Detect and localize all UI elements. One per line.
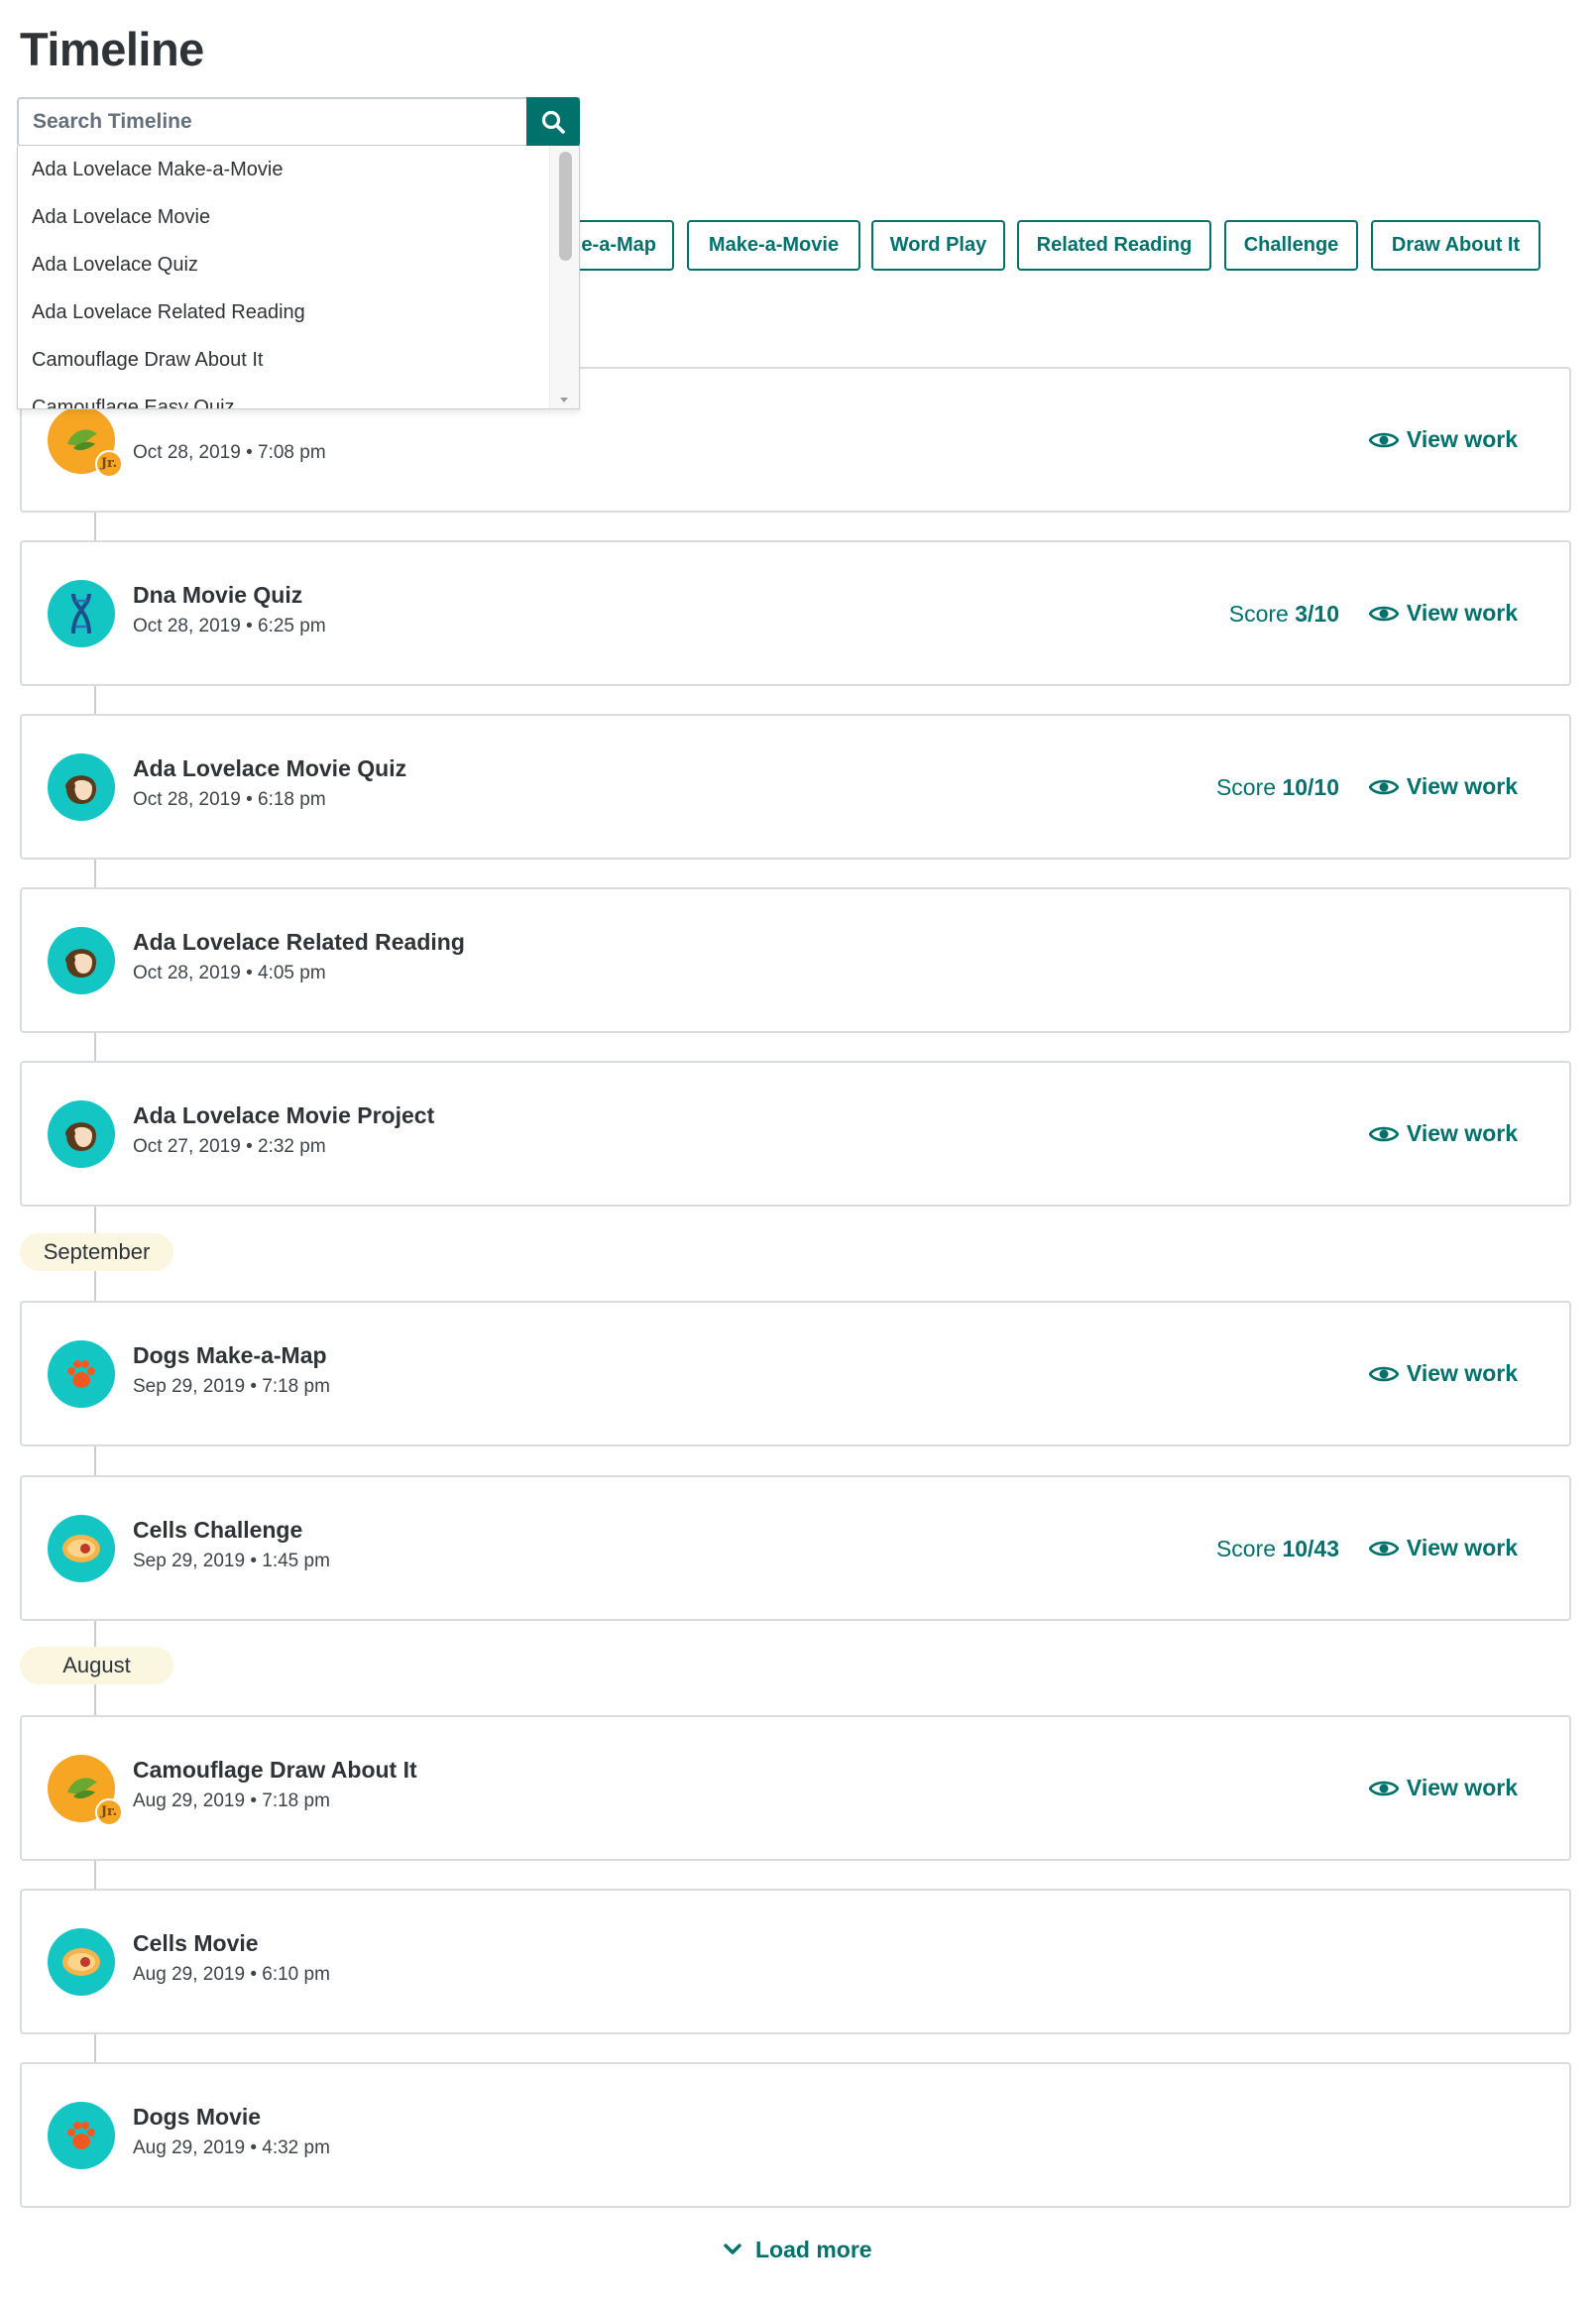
entry-title: Ada Lovelace Movie Quiz <box>133 755 407 781</box>
entry-date: Sep 29, 2019 • 1:45 pm <box>133 1551 330 1571</box>
timeline-card: Dna Movie Quiz Oct 28, 2019 • 6:25 pm Sc… <box>20 540 1571 686</box>
entry-title: Cells Movie <box>133 1930 259 1956</box>
entry-title: Dogs Make-a-Map <box>133 1342 327 1368</box>
filter-related-reading[interactable]: Related Reading <box>1017 220 1211 271</box>
eye-icon <box>1368 1366 1399 1381</box>
view-work-label: View work <box>1406 600 1518 626</box>
view-work-label: View work <box>1406 426 1518 452</box>
paw-icon <box>48 1339 115 1408</box>
load-more-button[interactable]: Load more <box>724 2232 872 2267</box>
timeline-card: Cells Challenge Sep 29, 2019 • 1:45 pm S… <box>20 1475 1571 1621</box>
view-work-link[interactable]: View work <box>1368 1120 1518 1148</box>
suggestion-item[interactable]: Ada Lovelace Make-a-Movie <box>18 146 549 193</box>
scroll-down-arrow-icon[interactable] <box>560 398 568 403</box>
filter-challenge[interactable]: Challenge <box>1224 220 1358 271</box>
entry-date: Aug 29, 2019 • 6:10 pm <box>133 1964 330 1985</box>
view-work-link[interactable]: View work <box>1368 1775 1518 1802</box>
timeline-card: Dogs Movie Aug 29, 2019 • 4:32 pm <box>20 2062 1571 2208</box>
eye-icon <box>1368 606 1399 621</box>
month-label: September <box>20 1233 173 1271</box>
filter-make-a-movie[interactable]: Make-a-Movie <box>687 220 860 271</box>
filter-draw-about-it[interactable]: Draw About It <box>1371 220 1540 271</box>
jr-badge: Jr. <box>95 1797 123 1826</box>
camouflage-jr-icon: Jr. <box>48 1754 123 1826</box>
view-work-label: View work <box>1406 1535 1518 1560</box>
suggestions-scrollbar[interactable] <box>549 146 579 408</box>
view-work-label: View work <box>1406 773 1518 799</box>
entry-date: Oct 28, 2019 • 7:08 pm <box>133 442 326 463</box>
jr-badge: Jr. <box>95 449 123 478</box>
paw-icon <box>48 2101 115 2169</box>
eye-icon <box>1368 432 1399 447</box>
search-box <box>17 97 580 147</box>
entry-date: Aug 29, 2019 • 7:18 pm <box>133 1790 330 1811</box>
month-label: August <box>20 1647 173 1684</box>
cell-icon <box>48 1514 115 1582</box>
suggestion-item[interactable]: Ada Lovelace Quiz <box>18 241 549 288</box>
entry-date: Oct 28, 2019 • 6:18 pm <box>133 789 326 810</box>
search-button[interactable] <box>526 97 580 147</box>
scrollbar-thumb[interactable] <box>559 152 572 261</box>
suggestion-item[interactable]: Camouflage Draw About It <box>18 336 549 384</box>
timeline-card: Jr. Camouflage Draw About It Aug 29, 201… <box>20 1715 1571 1861</box>
timeline-card: Cells Movie Aug 29, 2019 • 6:10 pm <box>20 1889 1571 2034</box>
search-icon <box>541 110 565 134</box>
entry-title: Dogs Movie <box>133 2104 262 2130</box>
entry-title: Dna Movie Quiz <box>133 582 303 608</box>
entry-title: Cells Challenge <box>133 1517 303 1543</box>
search-input[interactable] <box>19 99 530 145</box>
view-work-label: View work <box>1406 1120 1518 1146</box>
ada-lovelace-icon <box>48 752 115 821</box>
dna-icon <box>48 579 115 647</box>
entry-title: Ada Lovelace Related Reading <box>133 929 465 955</box>
score-value: 10/43 <box>1282 1535 1339 1561</box>
score-value: 10/10 <box>1282 773 1339 800</box>
view-work-link[interactable]: View work <box>1368 773 1518 801</box>
timeline-card: Ada Lovelace Movie Project Oct 27, 2019 … <box>20 1061 1571 1207</box>
chevron-down-icon <box>724 2244 741 2254</box>
eye-icon <box>1368 1781 1399 1795</box>
timeline-card: Ada Lovelace Related Reading Oct 28, 201… <box>20 887 1571 1033</box>
load-more-label: Load more <box>755 2236 872 2262</box>
timeline-card: Ada Lovelace Movie Quiz Oct 28, 2019 • 6… <box>20 714 1571 860</box>
cell-icon <box>48 1927 115 1996</box>
score-value: 3/10 <box>1295 600 1339 627</box>
view-work-label: View work <box>1406 1775 1518 1800</box>
entry-score: Score 3/10 <box>1229 601 1339 628</box>
entry-date: Oct 28, 2019 • 6:25 pm <box>133 616 326 636</box>
view-work-link[interactable]: View work <box>1368 1360 1518 1388</box>
score-label: Score <box>1228 600 1289 627</box>
camouflage-jr-icon: Jr. <box>48 405 123 478</box>
view-work-link[interactable]: View work <box>1368 426 1518 454</box>
eye-icon <box>1368 1126 1399 1141</box>
page-title: Timeline <box>20 23 204 75</box>
view-work-link[interactable]: View work <box>1368 1535 1518 1562</box>
entry-date: Oct 27, 2019 • 2:32 pm <box>133 1136 326 1157</box>
eye-icon <box>1368 1541 1399 1556</box>
suggestion-item[interactable]: Ada Lovelace Movie <box>18 193 549 241</box>
entry-date: Aug 29, 2019 • 4:32 pm <box>133 2137 330 2158</box>
suggestion-item[interactable]: Ada Lovelace Related Reading <box>18 288 549 336</box>
score-label: Score <box>1215 773 1277 800</box>
view-work-link[interactable]: View work <box>1368 600 1518 628</box>
eye-icon <box>1368 779 1399 794</box>
score-label: Score <box>1215 1535 1277 1561</box>
entry-date: Oct 28, 2019 • 4:05 pm <box>133 963 326 983</box>
ada-lovelace-icon <box>48 926 115 994</box>
view-work-label: View work <box>1406 1360 1518 1386</box>
ada-lovelace-icon <box>48 1099 115 1168</box>
entry-score: Score 10/43 <box>1216 1536 1339 1562</box>
search-suggestions: Ada Lovelace Make-a-Movie Ada Lovelace M… <box>17 146 580 409</box>
entry-title: Camouflage Draw About It <box>133 1757 417 1783</box>
timeline-card: Dogs Make-a-Map Sep 29, 2019 • 7:18 pm V… <box>20 1301 1571 1446</box>
suggestion-item[interactable]: Camouflage Easy Quiz <box>18 384 549 408</box>
entry-title: Ada Lovelace Movie Project <box>133 1102 435 1128</box>
entry-date: Sep 29, 2019 • 7:18 pm <box>133 1376 330 1397</box>
entry-score: Score 10/10 <box>1216 774 1339 801</box>
filter-word-play[interactable]: Word Play <box>871 220 1005 271</box>
